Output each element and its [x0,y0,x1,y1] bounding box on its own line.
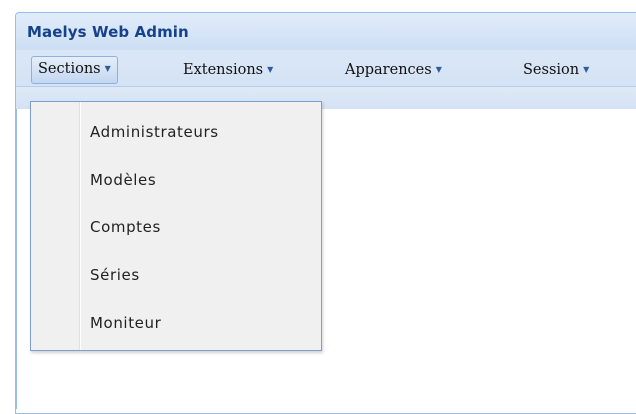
session-menu-label: Session [523,62,580,78]
sections-menu-button[interactable]: Sections ▼ [31,56,118,84]
sections-dropdown-menu: Administrateurs Modèles Comptes Séries M… [30,101,322,351]
extensions-menu-label: Extensions [183,62,264,78]
panel-titlebar: Maelys Web Admin [16,13,636,50]
menu-icon-gutter [79,102,81,350]
panel-border [16,109,17,409]
chevron-down-icon: ▼ [583,65,590,74]
session-menu-button[interactable]: Session ▼ [517,57,595,83]
apparences-menu-label: Apparences [345,62,432,78]
menu-item-moniteur[interactable]: Moniteur [90,309,161,337]
menu-item-comptes[interactable]: Comptes [90,213,161,241]
extensions-menu-button[interactable]: Extensions ▼ [177,57,279,83]
menu-item-series[interactable]: Séries [90,261,140,289]
sections-menu-label: Sections [38,61,101,77]
menu-item-modeles[interactable]: Modèles [90,166,156,194]
chevron-down-icon: ▼ [104,64,111,73]
app-title: Maelys Web Admin [27,23,189,41]
chevron-down-icon: ▼ [435,65,442,74]
chevron-down-icon: ▼ [267,65,274,74]
apparences-menu-button[interactable]: Apparences ▼ [339,57,448,83]
menu-item-administrateurs[interactable]: Administrateurs [90,118,219,146]
